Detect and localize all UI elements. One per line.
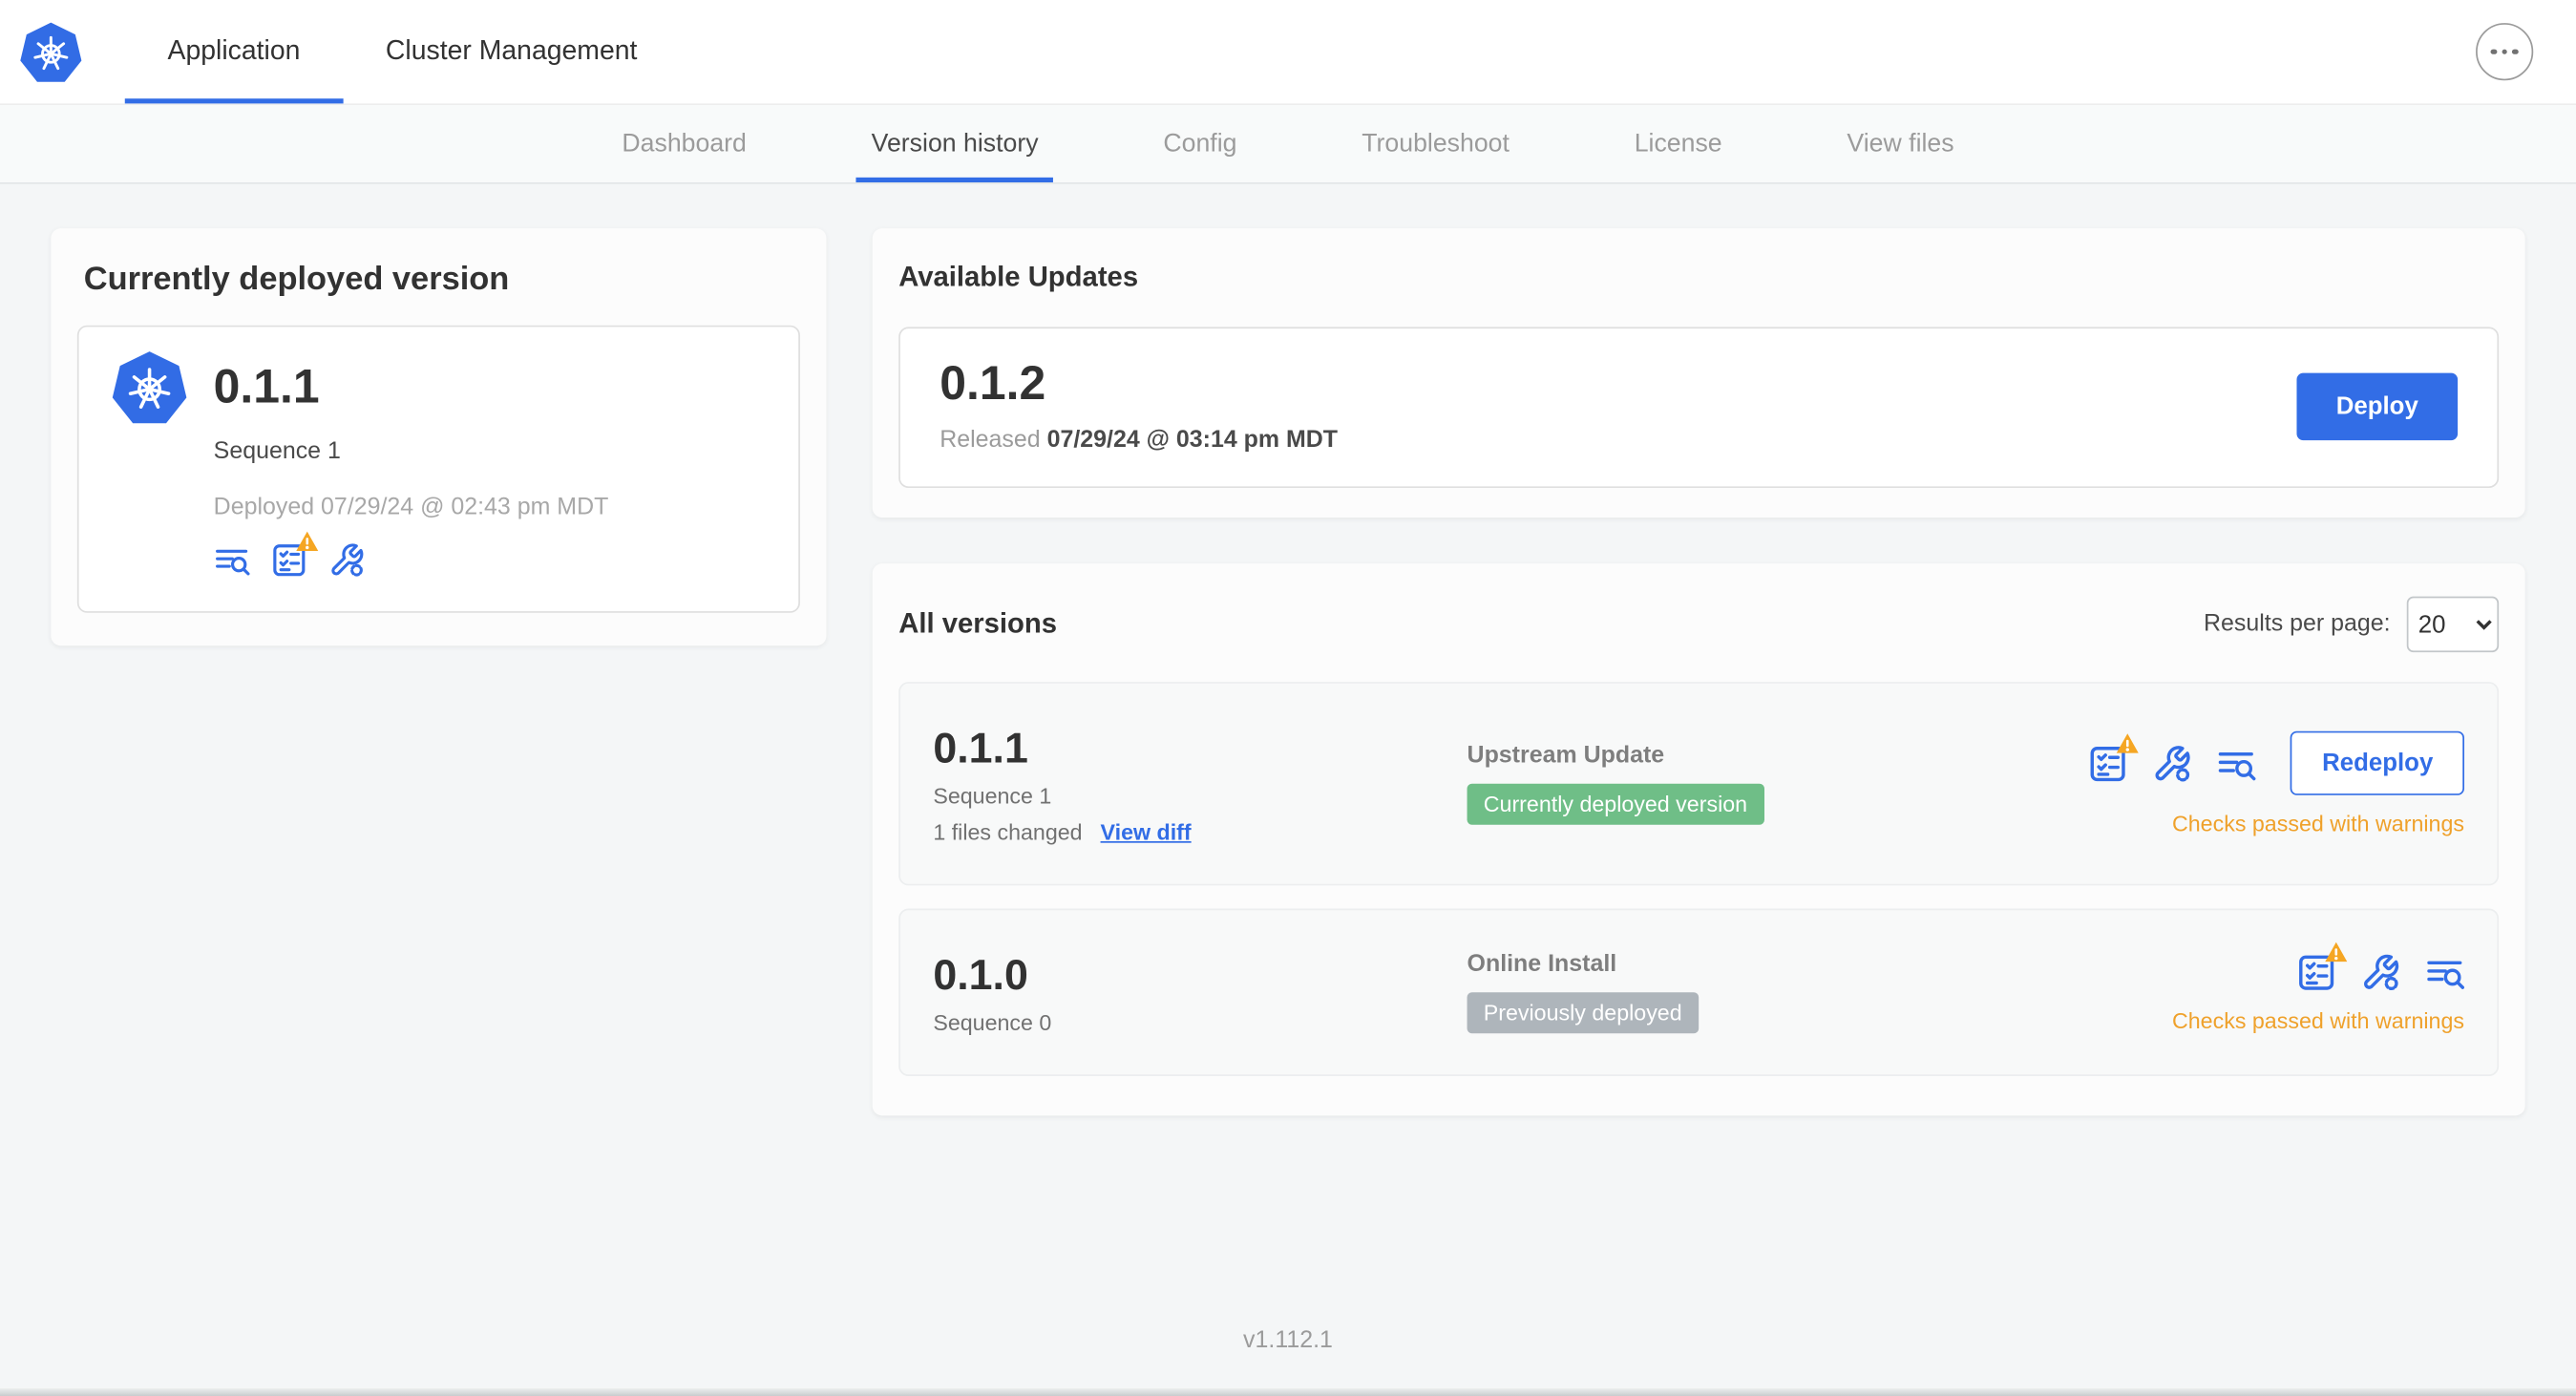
kubernetes-app-icon <box>112 350 187 426</box>
version-info: 0.1.0 Sequence 0 <box>933 950 1467 1035</box>
redeploy-button[interactable]: Redeploy <box>2291 730 2464 795</box>
version-actions <box>2296 952 2464 991</box>
tab-troubleshoot-label: Troubleshoot <box>1362 129 1510 158</box>
released-date: 07/29/24 @ 03:14 pm MDT <box>1046 427 1339 454</box>
tab-view-files-label: View files <box>1847 129 1954 158</box>
all-versions-title: All versions <box>898 607 1058 640</box>
results-per-page-label: Results per page: <box>2203 611 2391 638</box>
tab-config-label: Config <box>1163 129 1237 158</box>
tab-view-files[interactable]: View files <box>1842 105 1958 182</box>
tab-license-label: License <box>1634 129 1722 158</box>
tab-application-label: Application <box>167 35 301 66</box>
app-footer: v1.112.1 <box>0 1327 2576 1396</box>
warning-triangle-icon <box>2117 732 2140 753</box>
release-notes-logs-icon[interactable] <box>2217 744 2256 783</box>
release-notes-logs-icon[interactable] <box>214 542 250 579</box>
update-version-number: 0.1.2 <box>940 358 1046 412</box>
deployed-version-panel: 0.1.1 Sequence 1 Deployed 07/29/24 @ 02:… <box>76 325 800 613</box>
top-navbar: Application Cluster Management <box>0 0 2576 106</box>
console-version: v1.112.1 <box>1243 1327 1333 1354</box>
checks-status-text: Checks passed with warnings <box>2171 812 2464 836</box>
available-updates-title: Available Updates <box>898 261 1139 293</box>
tab-dashboard[interactable]: Dashboard <box>617 105 751 182</box>
app-window: Application Cluster Management Dashboard… <box>0 0 2576 1396</box>
tab-version-history[interactable]: Version history <box>856 105 1053 182</box>
preflight-checks-button[interactable] <box>2089 744 2128 783</box>
tab-version-history-label: Version history <box>871 129 1039 158</box>
release-notes-logs-icon[interactable] <box>2425 952 2464 991</box>
version-number: 0.1.1 <box>933 723 1028 772</box>
files-changed-line: 1 files changed View diff <box>933 820 1467 845</box>
tab-dashboard-label: Dashboard <box>622 129 747 158</box>
version-source: Online Install <box>1467 951 1617 978</box>
kubernetes-logo <box>20 21 82 83</box>
more-options-button[interactable] <box>2476 23 2534 81</box>
status-badge: Currently deployed version <box>1467 783 1764 825</box>
deployed-version-number: 0.1.1 <box>213 360 320 413</box>
tab-cluster-management-label: Cluster Management <box>385 35 638 66</box>
deployed-version-actions <box>214 542 766 579</box>
version-number: 0.1.0 <box>933 949 1028 1000</box>
warning-triangle-icon <box>2325 941 2348 962</box>
version-row: 0.1.1 Sequence 1 1 files changed View di… <box>898 682 2500 886</box>
version-source-block: Online Install Previously deployed <box>1467 951 2172 1034</box>
released-label: Released <box>940 427 1041 454</box>
preflight-checks-button[interactable] <box>271 542 307 579</box>
preflight-checks-button[interactable] <box>2296 952 2335 991</box>
version-actions-block: Checks passed with warnings <box>2172 952 2464 1032</box>
app-subnav: Dashboard Version history Config Trouble… <box>0 105 2576 184</box>
version-row: 0.1.0 Sequence 0 Online Install Previous… <box>898 908 2500 1077</box>
deploy-button[interactable]: Deploy <box>2296 371 2459 440</box>
view-diff-link[interactable]: View diff <box>1101 820 1192 845</box>
version-sequence: Sequence 1 <box>933 783 1052 809</box>
tab-troubleshoot[interactable]: Troubleshoot <box>1357 105 1514 182</box>
tab-license[interactable]: License <box>1630 105 1727 182</box>
tab-application[interactable]: Application <box>124 0 343 104</box>
right-column: Available Updates 0.1.2 Released 07/29/2… <box>872 228 2525 1116</box>
all-versions-card: All versions Results per page: 20 0.1.1 … <box>872 563 2525 1116</box>
version-source: Upstream Update <box>1467 742 1665 770</box>
warning-triangle-icon <box>296 531 319 552</box>
status-badge: Previously deployed <box>1467 992 1699 1034</box>
config-wrench-icon[interactable] <box>2153 744 2192 783</box>
available-update-row: 0.1.2 Released 07/29/24 @ 03:14 pm MDT D… <box>898 327 2500 489</box>
window-bottom-edge <box>0 1387 2576 1396</box>
results-per-page-select[interactable]: 20 <box>2406 596 2500 653</box>
checks-status-text: Checks passed with warnings <box>2171 1007 2464 1033</box>
tab-config[interactable]: Config <box>1158 105 1241 182</box>
version-actions: Redeploy <box>2089 730 2464 795</box>
files-changed-count: 1 files changed <box>933 819 1083 845</box>
available-updates-card: Available Updates 0.1.2 Released 07/29/2… <box>872 228 2525 518</box>
results-per-page: Results per page: 20 <box>2203 596 2500 653</box>
version-source-block: Upstream Update Currently deployed versi… <box>1467 743 2089 825</box>
available-update-info: 0.1.2 Released 07/29/24 @ 03:14 pm MDT <box>940 358 1338 454</box>
all-versions-header: All versions Results per page: 20 <box>898 596 2500 653</box>
tab-cluster-management[interactable]: Cluster Management <box>343 0 680 103</box>
main-content: Currently deployed version 0.1.1 Sequenc… <box>0 184 2576 1116</box>
currently-deployed-title: Currently deployed version <box>83 261 510 298</box>
version-actions-block: Redeploy Checks passed with warnings <box>2089 730 2464 836</box>
config-wrench-icon[interactable] <box>328 542 365 579</box>
version-sequence: Sequence 0 <box>933 1010 1052 1036</box>
deployed-sequence: Sequence 1 <box>213 438 341 465</box>
deployed-timestamp: Deployed 07/29/24 @ 02:43 pm MDT <box>213 494 609 521</box>
currently-deployed-card: Currently deployed version 0.1.1 Sequenc… <box>51 228 827 646</box>
version-info: 0.1.1 Sequence 1 1 files changed View di… <box>933 723 1467 844</box>
config-wrench-icon[interactable] <box>2361 952 2400 991</box>
update-released-line: Released 07/29/24 @ 03:14 pm MDT <box>940 427 1338 454</box>
more-options-icon <box>2490 49 2519 55</box>
